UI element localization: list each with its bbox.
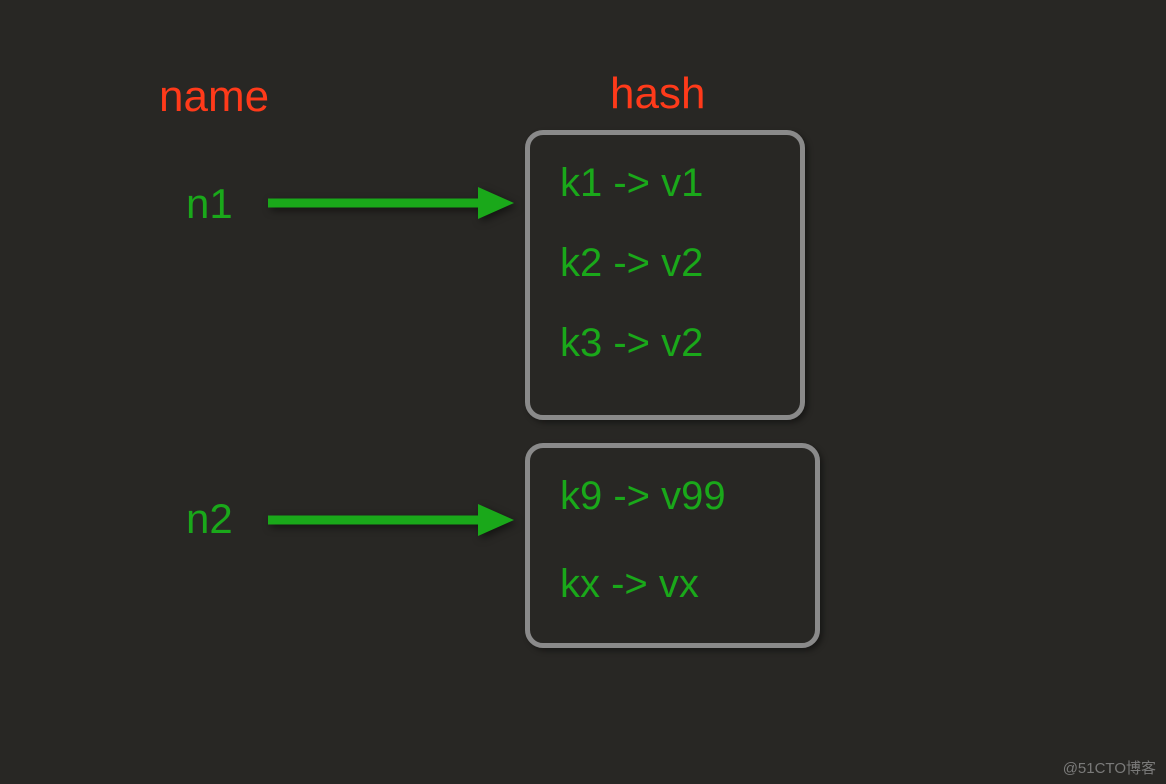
- name-n1: n1: [186, 180, 233, 228]
- hash-column-header: hash: [610, 69, 705, 119]
- hash-entry: k1 -> v1: [560, 163, 770, 203]
- hash-box-1: k1 -> v1 k2 -> v2 k3 -> v2: [525, 130, 805, 420]
- name-column-header: name: [159, 72, 269, 122]
- hash-entry: k9 -> v99: [560, 476, 785, 516]
- hash-entry: kx -> vx: [560, 564, 785, 604]
- hash-entry: k2 -> v2: [560, 243, 770, 283]
- hash-entry: k3 -> v2: [560, 323, 770, 363]
- name-n2: n2: [186, 495, 233, 543]
- arrow-icon: [266, 181, 516, 225]
- hash-box-2: k9 -> v99 kx -> vx: [525, 443, 820, 648]
- watermark: @51CTO博客: [1063, 757, 1156, 778]
- arrow-icon: [266, 498, 516, 542]
